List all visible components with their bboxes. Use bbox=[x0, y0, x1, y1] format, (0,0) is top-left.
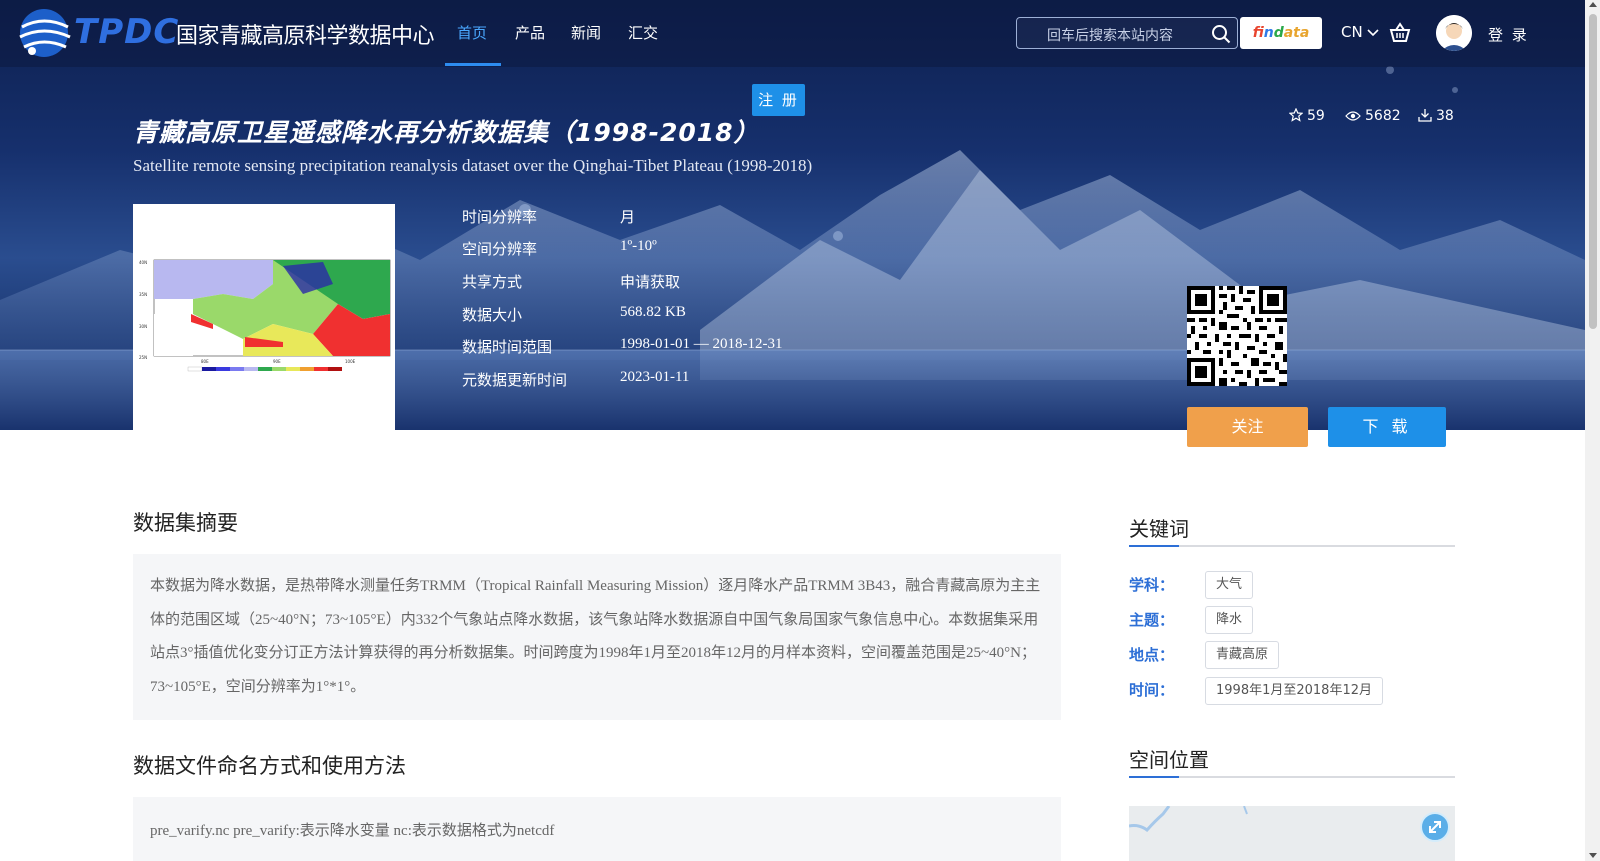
meta-value: 568.82 KB bbox=[620, 304, 686, 320]
favorite-count-value: 59 bbox=[1307, 108, 1325, 124]
keyword-tag[interactable]: 青藏高原 bbox=[1205, 641, 1280, 669]
keywords-title: 关键词 bbox=[1129, 517, 1189, 541]
view-count-value: 5682 bbox=[1365, 108, 1401, 124]
findata-button[interactable]: findata bbox=[1240, 17, 1322, 49]
keyword-tag[interactable]: 大气 bbox=[1205, 571, 1254, 599]
search-icon[interactable] bbox=[1211, 24, 1231, 44]
findata-letter: in bbox=[1263, 25, 1274, 41]
map-lon-label: 90E bbox=[273, 359, 281, 364]
usage-text: pre_varify.nc pre_varify:表示降水变量 nc:表示数据格… bbox=[150, 823, 555, 839]
usage-box: pre_varify.nc pre_varify:表示降水变量 nc:表示数据格… bbox=[133, 797, 1061, 861]
qr-code-icon bbox=[1187, 286, 1287, 386]
meta-label: 数据大小 bbox=[462, 306, 523, 324]
view-count: 5682 bbox=[1345, 108, 1401, 124]
findata-letter: f bbox=[1252, 25, 1264, 41]
nav-submission[interactable]: 汇交 bbox=[628, 22, 658, 43]
location-title: 空间位置 bbox=[1129, 748, 1209, 772]
search-input[interactable]: 回车后搜索本站内容 bbox=[1047, 25, 1173, 45]
meta-value: 申请获取 bbox=[620, 275, 681, 291]
meta-value: 2023-01-11 bbox=[620, 369, 690, 385]
location-divider bbox=[1129, 776, 1455, 778]
findata-letter: d bbox=[1273, 25, 1284, 41]
dataset-title: 青藏高原卫星遥感降水再分析数据集（1998-2018） bbox=[133, 118, 760, 147]
abstract-title: 数据集摘要 bbox=[133, 511, 238, 535]
cart-icon[interactable] bbox=[1389, 22, 1411, 44]
logo-name[interactable]: 国家青藏高原科学数据中心 bbox=[176, 18, 435, 50]
map-lat-label: 30N bbox=[139, 324, 147, 329]
download-icon bbox=[1418, 109, 1432, 122]
dataset-subtitle: Satellite remote sensing precipitation r… bbox=[133, 156, 813, 175]
download-count: 38 bbox=[1418, 108, 1454, 124]
download-button[interactable]: 下 载 bbox=[1328, 407, 1446, 447]
keyword-label: 学科： bbox=[1129, 576, 1175, 594]
star-icon bbox=[1289, 108, 1303, 122]
map-lat-label: 35N bbox=[139, 292, 147, 297]
keyword-label: 主题： bbox=[1129, 611, 1175, 629]
meta-value: 月 bbox=[620, 210, 636, 226]
avatar[interactable] bbox=[1436, 15, 1472, 51]
map-coastline bbox=[1129, 806, 1248, 833]
meta-label: 空间分辨率 bbox=[462, 240, 538, 258]
language-switch[interactable]: CN bbox=[1341, 23, 1380, 41]
nav-home[interactable]: 首页 bbox=[457, 22, 487, 43]
tpdc-globe-logo-icon[interactable] bbox=[16, 5, 72, 61]
login-link[interactable]: 登 录 bbox=[1488, 24, 1529, 45]
meta-label: 时间分辨率 bbox=[462, 208, 538, 226]
favorite-count[interactable]: 59 bbox=[1289, 108, 1325, 124]
keyword-label: 地点： bbox=[1129, 646, 1175, 664]
follow-button[interactable]: 关注 bbox=[1187, 407, 1308, 447]
language-label: CN bbox=[1341, 23, 1363, 41]
scroll-down-arrow-icon[interactable] bbox=[1589, 853, 1597, 858]
expand-map-icon[interactable] bbox=[1420, 812, 1450, 842]
meta-value: 1º-10º bbox=[620, 238, 657, 254]
user-avatar-icon bbox=[1436, 15, 1472, 51]
nav-news[interactable]: 新闻 bbox=[571, 22, 601, 43]
logo-abbreviation[interactable]: TPDC bbox=[74, 12, 179, 52]
meta-label: 元数据更新时间 bbox=[462, 371, 568, 389]
map-lon-label: 80E bbox=[201, 359, 209, 364]
precipitation-map-image: 40N 35N 30N 25N 80E 90E 100E bbox=[139, 259, 391, 372]
usage-title: 数据文件命名方式和使用方法 bbox=[133, 754, 406, 778]
nav-active-underline bbox=[445, 63, 501, 66]
map-lat-label: 40N bbox=[139, 260, 147, 265]
map-lon-label: 100E bbox=[345, 359, 356, 364]
register-button[interactable]: 注 册 bbox=[752, 84, 805, 116]
keyword-label: 时间： bbox=[1129, 681, 1175, 699]
keyword-tag[interactable]: 降水 bbox=[1205, 606, 1254, 634]
map-lat-label: 25N bbox=[139, 355, 147, 360]
download-count-value: 38 bbox=[1436, 108, 1454, 124]
location-map[interactable] bbox=[1129, 806, 1455, 861]
meta-label: 共享方式 bbox=[462, 273, 523, 291]
scrollbar-thumb[interactable] bbox=[1589, 14, 1597, 329]
dataset-thumbnail[interactable]: 40N 35N 30N 25N 80E 90E 100E bbox=[133, 204, 395, 430]
search-box[interactable]: 回车后搜索本站内容 bbox=[1016, 17, 1238, 49]
findata-letter: ata bbox=[1283, 25, 1310, 41]
keywords-divider bbox=[1129, 545, 1455, 547]
abstract-box: 本数据为降水数据，是热带降水测量任务TRMM（Tropical Rainfall… bbox=[133, 554, 1061, 720]
chevron-down-icon bbox=[1367, 29, 1380, 37]
page: TPDC 国家青藏高原科学数据中心 首页 产品 新闻 汇交 回车后搜索本站内容 … bbox=[0, 0, 1600, 861]
meta-value: 1998-01-01 — 2018-12-31 bbox=[620, 336, 783, 352]
scroll-up-arrow-icon[interactable] bbox=[1589, 2, 1597, 7]
keyword-tag[interactable]: 1998年1月至2018年12月 bbox=[1205, 677, 1383, 705]
abstract-text: 本数据为降水数据，是热带降水测量任务TRMM（Tropical Rainfall… bbox=[150, 578, 1041, 695]
meta-label: 数据时间范围 bbox=[462, 338, 553, 356]
eye-icon bbox=[1345, 111, 1361, 121]
nav-products[interactable]: 产品 bbox=[515, 22, 545, 43]
